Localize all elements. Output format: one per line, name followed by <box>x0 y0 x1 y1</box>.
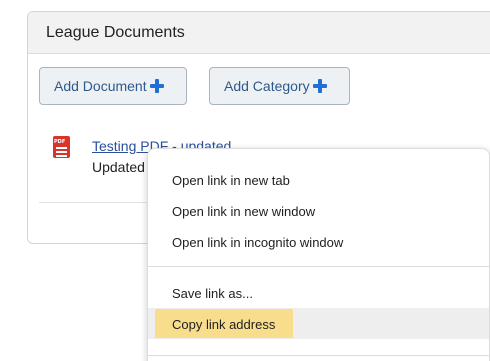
add-category-label: Add Category <box>224 78 310 94</box>
plus-icon <box>312 79 327 93</box>
context-menu: Open link in new tab Open link in new wi… <box>147 148 490 361</box>
pdf-icon-tag: PDF <box>54 139 66 145</box>
menu-item-save-link-as[interactable]: Save link as... <box>148 278 489 308</box>
panel-header: League Documents <box>28 12 490 54</box>
add-category-button[interactable]: Add Category <box>209 67 350 105</box>
panel-title: League Documents <box>46 23 185 41</box>
add-document-label: Add Document <box>54 78 147 94</box>
plus-icon <box>149 79 164 93</box>
menu-item-copy-link-address[interactable]: Copy link address <box>148 309 489 339</box>
add-document-button[interactable]: Add Document <box>39 67 187 105</box>
menu-separator <box>148 355 489 356</box>
menu-separator <box>148 266 489 267</box>
menu-item-open-new-tab[interactable]: Open link in new tab <box>148 165 489 195</box>
document-updated-text: Updated <box>92 159 145 175</box>
pdf-file-icon: PDF <box>53 136 70 158</box>
menu-item-open-incognito[interactable]: Open link in incognito window <box>148 227 489 257</box>
menu-item-open-new-window[interactable]: Open link in new window <box>148 196 489 226</box>
page: League Documents Add Document Add Catego… <box>0 0 490 361</box>
